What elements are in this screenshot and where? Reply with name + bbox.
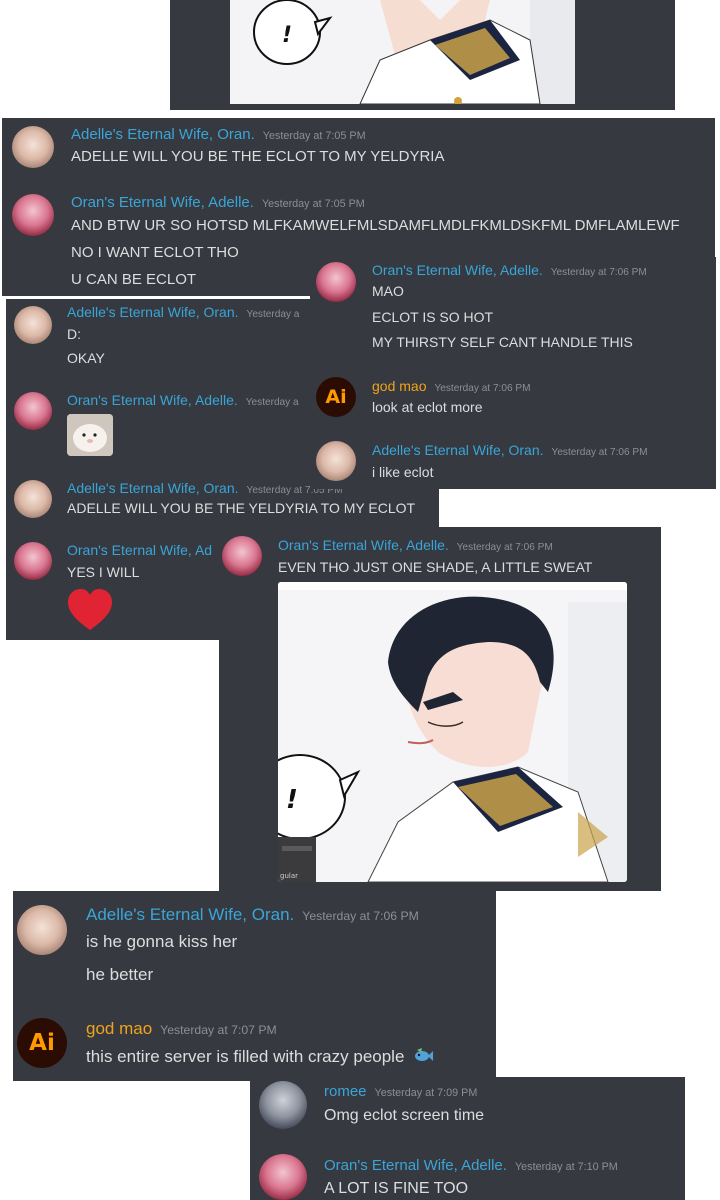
username-god-mao[interactable]: god mao Yesterday at 7:07 PM: [86, 1019, 277, 1039]
adobe-illustrator-icon: Ai: [29, 1030, 55, 1056]
toolbar-text: gular: [280, 872, 298, 880]
username-oran[interactable]: Adelle's Eternal Wife, Oran. Yesterday at…: [71, 126, 366, 143]
hamster-illustration: [67, 414, 113, 456]
username-romee[interactable]: romee Yesterday at 7:09 PM: [324, 1083, 477, 1100]
avatar-god-mao[interactable]: Ai: [17, 1018, 67, 1068]
message-text: is he gonna kiss her: [86, 932, 238, 951]
top-manga-image: !: [230, 0, 575, 104]
avatar-oran[interactable]: [14, 480, 52, 518]
avatar-romee[interactable]: [259, 1081, 307, 1129]
timestamp: Yesterday at 7:06 PM: [550, 267, 647, 278]
message-text: AND BTW UR SO HOTSD MLFKAMWELFMLSDAMFLMD…: [71, 217, 680, 234]
avatar-adelle[interactable]: [12, 194, 54, 236]
username-adelle[interactable]: Oran's Eternal Wife, Adelle. Yesterday at…: [324, 1157, 618, 1174]
username-god-mao[interactable]: god mao Yesterday at 7:06 PM: [372, 378, 530, 394]
timestamp: Yesterday at 7:06 PM: [434, 383, 531, 394]
avatar-adelle[interactable]: [222, 536, 262, 576]
speech-bubble-text: !: [282, 23, 292, 48]
avatar-oran[interactable]: [316, 441, 356, 481]
message-text: D:: [67, 326, 81, 342]
timestamp: Yesterday at 7:10 PM: [514, 1161, 618, 1173]
message-text: Omg eclot screen time: [324, 1107, 485, 1124]
message-text: MY THIRSTY SELF CANT HANDLE THIS: [372, 334, 633, 350]
avatar-adelle[interactable]: [14, 542, 52, 580]
manga-illustration: ! gular: [278, 582, 627, 882]
message-text: U CAN BE ECLOT: [71, 271, 197, 288]
heart-emoji-icon: [66, 588, 114, 632]
message-text: A LOT IS FINE TOO: [324, 1180, 469, 1197]
username-adelle[interactable]: Oran's Eternal Wife, Adelle. Yesterday at…: [372, 262, 647, 278]
username-oran[interactable]: Adelle's Eternal Wife, Oran. Yesterday a: [67, 304, 299, 320]
timestamp: Yesterday at 7:05 PM: [261, 198, 365, 210]
fish-emoji-icon: [413, 1047, 434, 1068]
speech-bubble-text: !: [286, 785, 298, 815]
message-text: he better: [86, 965, 154, 984]
message-text: MAO: [372, 283, 404, 299]
timestamp: Yesterday at 7:06 PM: [456, 542, 553, 553]
username-adelle[interactable]: Oran's Eternal Wife, Ad: [67, 542, 212, 558]
manga-illustration: !: [230, 0, 575, 104]
avatar-adelle[interactable]: [259, 1154, 307, 1200]
avatar-oran[interactable]: [14, 306, 52, 344]
message-text: ADELLE WILL YOU BE THE YELDYRIA TO MY EC…: [67, 500, 416, 516]
username-oran[interactable]: Adelle's Eternal Wife, Oran. Yesterday at…: [67, 480, 343, 496]
timestamp: Yesterday at 7:05 PM: [262, 130, 366, 142]
username-adelle[interactable]: Oran's Eternal Wife, Adelle. Yesterday at…: [278, 537, 553, 553]
timestamp: Yesterday at 7:06 PM: [551, 447, 648, 458]
message-text: ECLOT IS SO HOT: [372, 309, 494, 325]
avatar-god-mao[interactable]: Ai: [316, 377, 356, 417]
timestamp: Yesterday at 7:07 PM: [160, 1023, 277, 1037]
panel-divider: [2, 296, 310, 298]
username-oran[interactable]: Adelle's Eternal Wife, Oran. Yesterday at…: [372, 442, 648, 458]
avatar-oran[interactable]: [12, 126, 54, 168]
hamster-image[interactable]: [67, 414, 113, 456]
timestamp: Yesterday at 7:06 PM: [302, 909, 419, 923]
username-adelle[interactable]: Oran's Eternal Wife, Adelle. Yesterday at…: [71, 194, 365, 211]
message-text: NO I WANT ECLOT THO: [71, 244, 239, 261]
avatar-adelle[interactable]: [14, 392, 52, 430]
message-text: ADELLE WILL YOU BE THE ECLOT TO MY YELDY…: [71, 148, 445, 165]
avatar-oran[interactable]: [17, 905, 67, 955]
message-text: OKAY: [67, 350, 105, 366]
timestamp: Yesterday at 7:09 PM: [374, 1087, 478, 1099]
message-text: look at eclot more: [372, 399, 483, 415]
manga-image-attachment[interactable]: ! gular: [278, 582, 627, 882]
avatar-adelle[interactable]: [316, 262, 356, 302]
top-manga-panel: !: [170, 0, 675, 110]
message-text: EVEN THO JUST ONE SHADE, A LITTLE SWEAT: [278, 559, 593, 575]
username-oran[interactable]: Adelle's Eternal Wife, Oran. Yesterday at…: [86, 905, 419, 925]
timestamp: Yesterday a: [246, 309, 300, 320]
message-text: YES I WILL: [67, 564, 140, 580]
timestamp: Yesterday a: [245, 397, 299, 408]
message-text: i like eclot: [372, 464, 434, 480]
message-text: this entire server is filled with crazy …: [86, 1047, 434, 1068]
adobe-illustrator-icon: Ai: [325, 386, 347, 408]
username-adelle[interactable]: Oran's Eternal Wife, Adelle. Yesterday a: [67, 392, 299, 408]
